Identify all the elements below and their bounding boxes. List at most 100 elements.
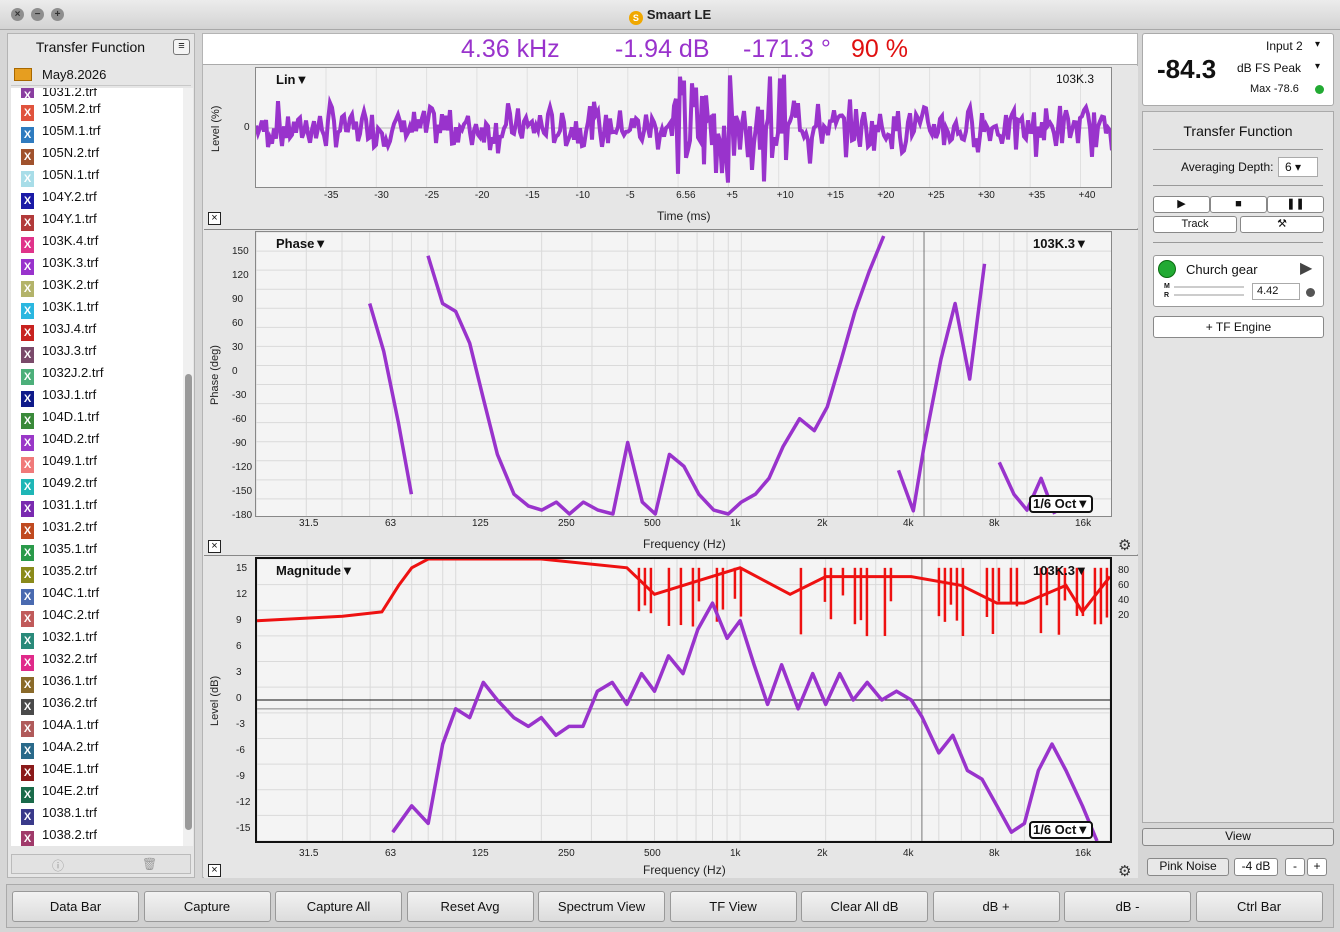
file-icon: X xyxy=(21,567,34,583)
file-item[interactable]: X 104A.1.trf xyxy=(11,714,183,737)
phase-plot[interactable] xyxy=(255,231,1112,517)
file-item[interactable]: X 1032J.2.trf xyxy=(11,362,183,385)
chevron-down-icon[interactable]: ▾ xyxy=(1315,39,1320,50)
file-list-scrollbar[interactable] xyxy=(183,88,193,846)
file-icon: X xyxy=(21,149,34,165)
scrollbar-thumb[interactable] xyxy=(185,374,192,830)
file-item[interactable]: X 1038.1.trf xyxy=(11,802,183,825)
file-name: 103K.3.trf xyxy=(42,255,99,270)
file-item[interactable]: X 104A.2.trf xyxy=(11,736,183,759)
toolbar-button-db-[interactable]: dB + xyxy=(932,891,1060,922)
file-item[interactable]: X 1032.2.trf xyxy=(11,648,183,671)
impulse-title[interactable]: Lin▼ xyxy=(276,72,308,87)
phase-ytick: 90 xyxy=(232,294,244,305)
file-item[interactable]: X 103K.1.trf xyxy=(11,296,183,319)
engine-card[interactable]: Church gear ▶ M R 4.42 xyxy=(1153,255,1324,307)
magnitude-trace-label[interactable]: 103K.3▼ xyxy=(1033,563,1088,578)
phase-trace-label[interactable]: 103K.3▼ xyxy=(1033,236,1088,251)
view-button[interactable]: View xyxy=(1142,828,1334,846)
file-item[interactable]: X 1031.1.trf xyxy=(11,494,183,517)
file-item[interactable]: X 104C.1.trf xyxy=(11,582,183,605)
menu-icon[interactable]: ≡ xyxy=(173,39,190,55)
delay-dot-icon[interactable] xyxy=(1306,288,1315,297)
magnitude-title[interactable]: Magnitude▼ xyxy=(276,563,354,578)
meter-mode-select[interactable]: dB FS Peak xyxy=(1237,61,1301,75)
file-icon: X xyxy=(21,435,34,451)
engine-play-icon[interactable]: ▶ xyxy=(1300,258,1312,278)
file-item[interactable]: X 103J.3.trf xyxy=(11,340,183,363)
file-list[interactable]: X 1031.2.trf X 105M.2.trf X 105M.1.trf X 105N.2… xyxy=(11,88,183,846)
file-item[interactable]: X 104E.1.trf xyxy=(11,758,183,781)
file-item[interactable]: X 105M.1.trf xyxy=(11,120,183,143)
file-icon: X xyxy=(21,325,34,341)
file-name: 103K.2.trf xyxy=(42,277,99,292)
file-item[interactable]: X 1031.2.trf xyxy=(11,516,183,539)
file-item[interactable]: X 105M.2.trf xyxy=(11,98,183,121)
chevron-down-icon[interactable]: ▾ xyxy=(1315,61,1320,72)
file-item[interactable]: X 1035.2.trf xyxy=(11,560,183,583)
noise-minus-button[interactable]: - xyxy=(1285,858,1305,876)
file-item[interactable]: X 104D.1.trf xyxy=(11,406,183,429)
play-button[interactable]: ▶ xyxy=(1153,196,1210,213)
file-item[interactable]: X 104Y.2.trf xyxy=(11,186,183,209)
engine-name[interactable]: Church gear xyxy=(1186,262,1258,277)
phase-title[interactable]: Phase▼ xyxy=(276,236,327,251)
info-icon[interactable]: ⓘ xyxy=(52,857,64,874)
toolbar-button-ctrl-bar[interactable]: Ctrl Bar xyxy=(1195,891,1323,922)
toolbar-button-db-[interactable]: dB - xyxy=(1064,891,1191,922)
noise-plus-button[interactable]: + xyxy=(1307,858,1327,876)
input-select[interactable]: Input 2 xyxy=(1266,39,1303,53)
engine-led-icon[interactable] xyxy=(1158,260,1176,278)
file-item[interactable]: X 1049.2.trf xyxy=(11,472,183,495)
averaging-select[interactable]: 6 ▾ xyxy=(1278,157,1318,177)
toolbar-button-spectrum-view[interactable]: Spectrum View xyxy=(538,891,665,922)
magnitude-gear-icon[interactable]: ⚙ xyxy=(1118,862,1131,880)
title-bar: × − + S Smaart LE xyxy=(0,0,1340,30)
phase-gear-icon[interactable]: ⚙ xyxy=(1118,536,1131,554)
file-item[interactable]: X 103K.3.trf xyxy=(11,252,183,275)
file-item[interactable]: X 104Y.1.trf xyxy=(11,208,183,231)
file-item[interactable]: X 1031.2.trf xyxy=(11,88,183,98)
file-item[interactable]: X 1032.1.trf xyxy=(11,626,183,649)
magnitude-octave-select[interactable]: 1/6 Oct▼ xyxy=(1029,821,1094,839)
toolbar-button-capture-all[interactable]: Capture All xyxy=(275,891,402,922)
toolbar-button-data-bar[interactable]: Data Bar xyxy=(12,891,139,922)
file-item[interactable]: X 104E.2.trf xyxy=(11,780,183,803)
track-button[interactable]: Track xyxy=(1153,216,1237,233)
close-phase-pane[interactable]: × xyxy=(208,540,221,553)
file-item[interactable]: X 1036.2.trf xyxy=(11,692,183,715)
magnitude-ytick: -9 xyxy=(236,771,245,782)
file-item[interactable]: X 103K.2.trf xyxy=(11,274,183,297)
impulse-plot[interactable] xyxy=(255,67,1112,188)
toolbar-button-clear-all-db[interactable]: Clear All dB xyxy=(801,891,928,922)
file-item[interactable]: X 104C.2.trf xyxy=(11,604,183,627)
file-item[interactable]: X 104D.2.trf xyxy=(11,428,183,451)
delay-field[interactable]: 4.42 xyxy=(1252,283,1300,300)
toolbar-button-capture[interactable]: Capture xyxy=(143,891,271,922)
phase-octave-select[interactable]: 1/6 Oct▼ xyxy=(1029,495,1094,513)
toolbar-button-tf-view[interactable]: TF View xyxy=(669,891,797,922)
app-title-text: Smaart LE xyxy=(646,7,712,22)
close-impulse-pane[interactable]: × xyxy=(208,212,221,225)
file-item[interactable]: X 105N.2.trf xyxy=(11,142,183,165)
file-item[interactable]: X 105N.1.trf xyxy=(11,164,183,187)
file-item[interactable]: X 1038.2.trf xyxy=(11,824,183,846)
file-item[interactable]: X 103J.4.trf xyxy=(11,318,183,341)
pause-button[interactable]: ❚❚ xyxy=(1267,196,1324,213)
folder-item[interactable]: May8.2026 xyxy=(11,64,191,86)
magnitude-plot[interactable] xyxy=(255,557,1112,843)
add-tf-engine-button[interactable]: + TF Engine xyxy=(1153,316,1324,338)
pink-noise-button[interactable]: Pink Noise xyxy=(1147,858,1229,876)
noise-level-field[interactable]: -4 dB xyxy=(1234,858,1278,876)
tools-icon[interactable]: ⚒ xyxy=(1240,216,1324,233)
close-magnitude-pane[interactable]: × xyxy=(208,864,221,877)
file-icon: X xyxy=(21,787,34,803)
file-item[interactable]: X 1035.1.trf xyxy=(11,538,183,561)
stop-button[interactable]: ■ xyxy=(1210,196,1267,213)
toolbar-button-reset-avg[interactable]: Reset Avg xyxy=(406,891,534,922)
file-item[interactable]: X 1049.1.trf xyxy=(11,450,183,473)
file-item[interactable]: X 103K.4.trf xyxy=(11,230,183,253)
file-item[interactable]: X 103J.1.trf xyxy=(11,384,183,407)
trash-icon[interactable]: 🗑 xyxy=(142,857,157,871)
file-item[interactable]: X 1036.1.trf xyxy=(11,670,183,693)
